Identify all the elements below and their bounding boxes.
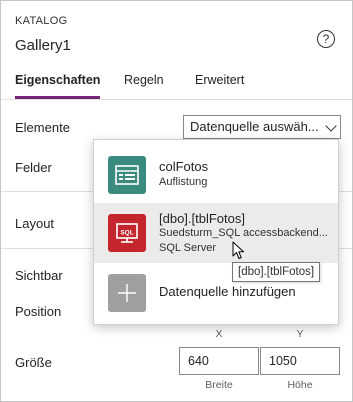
datasource-option-tblfotos[interactable]: SQL [dbo].[tblFotos] Suedsturm_SQL acces… (94, 203, 338, 263)
help-icon[interactable]: ? (317, 30, 335, 48)
datasource-option-colfotos[interactable]: colFotos Auflistung (94, 145, 338, 205)
tab-bar: Eigenschaften Regeln Erweitert (1, 73, 352, 99)
mouse-cursor-icon (232, 241, 246, 261)
position-label: Position (15, 304, 62, 319)
option-title: [dbo].[tblFotos] (159, 211, 245, 226)
option-subtitle: Auflistung (159, 176, 208, 188)
layout-label: Layout (15, 216, 55, 231)
datasource-popup: colFotos Auflistung SQL [dbo].[tblFotos]… (93, 139, 339, 325)
option-title: Datenquelle hinzufügen (159, 284, 296, 299)
y-axis-label: Y (296, 328, 304, 340)
tab-regeln[interactable]: Regeln (124, 73, 164, 99)
tab-eigenschaften[interactable]: Eigenschaften (15, 73, 101, 99)
elemente-label: Elemente (15, 120, 70, 135)
option-title: colFotos (159, 159, 209, 174)
height-label: Höhe (287, 379, 313, 391)
plus-icon (108, 274, 146, 312)
elemente-dropdown-value: Datenquelle auswäh... (190, 119, 319, 134)
option-subtitle: Suedsturm_SQL accessbackend... (159, 227, 328, 239)
width-label: Breite (205, 379, 233, 391)
felder-label: Felder (15, 160, 52, 175)
groesse-label: Größe (15, 355, 52, 370)
control-type-label: KATALOG (15, 15, 68, 27)
width-input[interactable]: 640 (179, 347, 259, 375)
control-name: Gallery1 (15, 37, 71, 54)
svg-text:SQL: SQL (120, 230, 133, 237)
chevron-down-icon (325, 120, 337, 132)
x-axis-label: X (215, 328, 223, 340)
height-input[interactable]: 1050 (260, 347, 340, 375)
tooltip: [dbo].[tblFotos] (232, 262, 321, 282)
sichtbar-label: Sichtbar (15, 268, 63, 283)
elemente-dropdown[interactable]: Datenquelle auswäh... (183, 115, 341, 139)
tab-divider (1, 99, 352, 100)
collection-icon (108, 156, 146, 194)
sql-server-icon: SQL (108, 214, 146, 252)
tab-erweitert[interactable]: Erweitert (195, 73, 244, 99)
